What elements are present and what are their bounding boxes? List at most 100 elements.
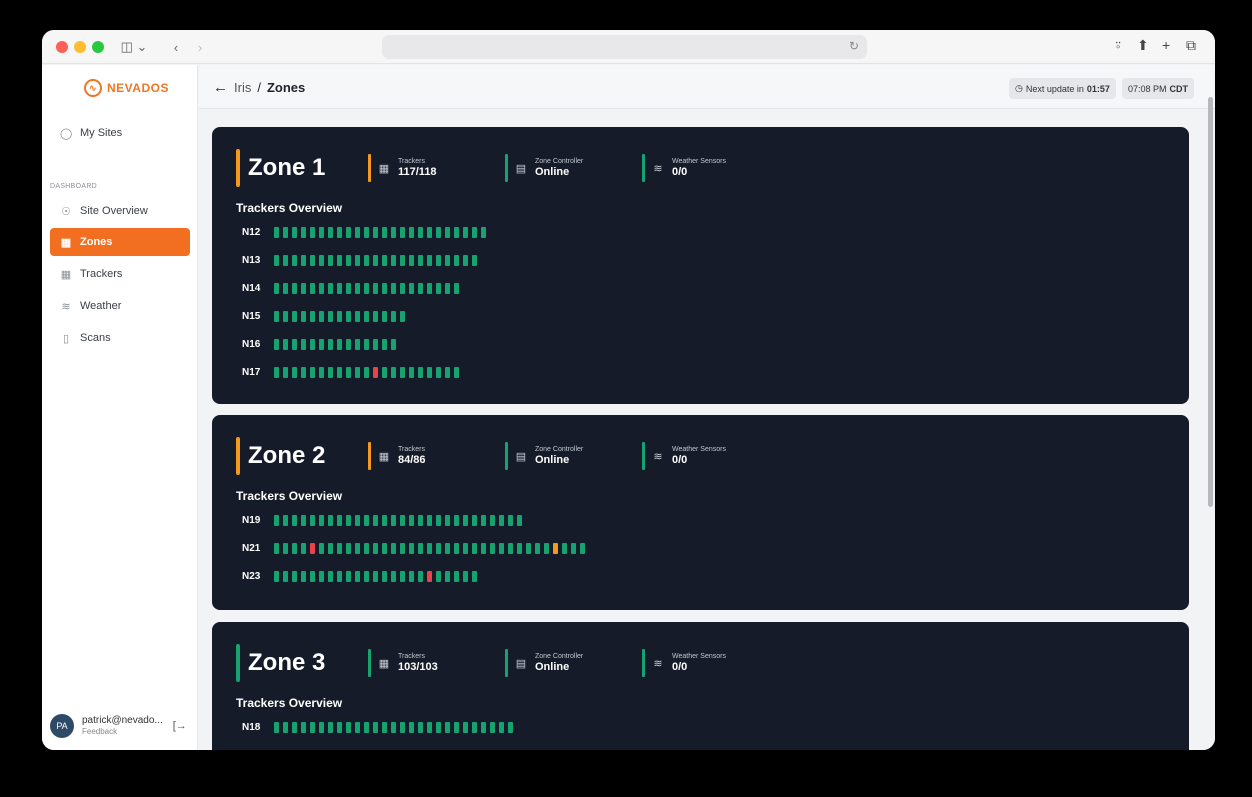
tracker-cell[interactable] <box>445 514 450 526</box>
tracker-cell[interactable] <box>418 570 423 582</box>
tracker-cell[interactable] <box>409 542 414 554</box>
tab-overview-icon[interactable]: ⧉ <box>1186 37 1196 54</box>
tracker-cell[interactable] <box>400 366 405 378</box>
tracker-cell[interactable] <box>418 226 423 238</box>
tracker-cell[interactable] <box>373 254 378 266</box>
address-bar[interactable]: ↻ <box>382 35 867 59</box>
tracker-cell[interactable] <box>328 254 333 266</box>
tracker-cell[interactable] <box>526 542 531 554</box>
tracker-cell[interactable] <box>274 542 279 554</box>
tracker-cell[interactable] <box>400 310 405 322</box>
back-arrow-icon[interactable]: ← <box>213 79 228 96</box>
tracker-cell[interactable] <box>328 749 333 750</box>
tracker-cell[interactable] <box>346 366 351 378</box>
tracker-cell[interactable] <box>454 366 459 378</box>
tracker-cell[interactable] <box>283 366 288 378</box>
tracker-cell[interactable] <box>445 282 450 294</box>
tracker-cell[interactable] <box>319 226 324 238</box>
tracker-cell[interactable] <box>319 254 324 266</box>
tracker-cell[interactable] <box>355 226 360 238</box>
tracker-cell[interactable] <box>445 366 450 378</box>
tracker-cell[interactable] <box>508 721 513 733</box>
tracker-cell[interactable] <box>292 338 297 350</box>
tracker-cell[interactable] <box>400 514 405 526</box>
tracker-cell[interactable] <box>481 514 486 526</box>
back-nav-icon[interactable]: ‹ <box>166 36 186 58</box>
tracker-cell[interactable] <box>283 721 288 733</box>
tracker-cell[interactable] <box>499 514 504 526</box>
tracker-cell[interactable] <box>283 226 288 238</box>
tracker-cell[interactable] <box>427 542 432 554</box>
tracker-cell[interactable] <box>283 254 288 266</box>
tracker-cell[interactable] <box>409 570 414 582</box>
tracker-cell[interactable] <box>418 254 423 266</box>
tracker-cell[interactable] <box>508 514 513 526</box>
tracker-cell[interactable] <box>283 282 288 294</box>
tracker-cell[interactable] <box>562 749 567 750</box>
tracker-cell[interactable] <box>454 254 459 266</box>
tracker-cell[interactable] <box>364 749 369 750</box>
tracker-cell[interactable] <box>355 338 360 350</box>
tracker-cell[interactable] <box>400 282 405 294</box>
tracker-cell[interactable] <box>391 721 396 733</box>
tracker-cell[interactable] <box>409 282 414 294</box>
forward-nav-icon[interactable]: › <box>190 36 210 58</box>
tracker-cell[interactable] <box>373 282 378 294</box>
tracker-cell[interactable] <box>400 570 405 582</box>
tracker-cell[interactable] <box>418 749 423 750</box>
tracker-cell[interactable] <box>436 254 441 266</box>
tracker-cell[interactable] <box>292 542 297 554</box>
tracker-cell[interactable] <box>589 749 594 750</box>
tracker-cell[interactable] <box>292 282 297 294</box>
maximize-window-button[interactable] <box>92 41 104 53</box>
tracker-cell[interactable] <box>382 749 387 750</box>
tracker-cell[interactable] <box>364 542 369 554</box>
tracker-cell[interactable] <box>463 721 468 733</box>
user-menu[interactable]: PA patrick@nevado... Feedback [→ <box>50 710 192 742</box>
tracker-cell[interactable] <box>472 721 477 733</box>
tracker-cell[interactable] <box>310 282 315 294</box>
tracker-cell[interactable] <box>373 721 378 733</box>
tracker-cell[interactable] <box>391 254 396 266</box>
tracker-cell[interactable] <box>544 749 549 750</box>
tracker-cell[interactable] <box>472 254 477 266</box>
tracker-cell[interactable] <box>364 514 369 526</box>
tracker-cell[interactable] <box>319 338 324 350</box>
tracker-cell[interactable] <box>400 749 405 750</box>
tracker-cell[interactable] <box>328 282 333 294</box>
logout-icon[interactable]: [→ <box>173 720 187 732</box>
tracker-cell[interactable] <box>310 542 315 554</box>
zone-card[interactable]: Zone 3 ▦ Trackers 103/103 ▤ Zone Controll… <box>212 622 1189 750</box>
tracker-cell[interactable] <box>301 514 306 526</box>
tracker-cell[interactable] <box>391 542 396 554</box>
tracker-cell[interactable] <box>436 749 441 750</box>
tracker-cell[interactable] <box>373 226 378 238</box>
tracker-cell[interactable] <box>418 542 423 554</box>
tracker-cell[interactable] <box>319 542 324 554</box>
tracker-cell[interactable] <box>391 226 396 238</box>
tracker-cell[interactable] <box>274 721 279 733</box>
tracker-cell[interactable] <box>373 366 378 378</box>
tracker-cell[interactable] <box>310 721 315 733</box>
share-icon[interactable]: ⬆ <box>1137 37 1149 54</box>
tracker-cell[interactable] <box>328 366 333 378</box>
tracker-cell[interactable] <box>283 749 288 750</box>
tracker-cell[interactable] <box>337 310 342 322</box>
tracker-cell[interactable] <box>301 366 306 378</box>
tracker-cell[interactable] <box>364 310 369 322</box>
tracker-cell[interactable] <box>427 570 432 582</box>
tracker-cell[interactable] <box>418 366 423 378</box>
tracker-cell[interactable] <box>463 542 468 554</box>
tracker-cell[interactable] <box>319 749 324 750</box>
tracker-cell[interactable] <box>490 542 495 554</box>
tracker-cell[interactable] <box>346 338 351 350</box>
tracker-cell[interactable] <box>454 282 459 294</box>
tracker-cell[interactable] <box>472 570 477 582</box>
tracker-cell[interactable] <box>391 749 396 750</box>
tracker-cell[interactable] <box>445 721 450 733</box>
tracker-cell[interactable] <box>373 542 378 554</box>
tracker-cell[interactable] <box>310 226 315 238</box>
tracker-cell[interactable] <box>535 542 540 554</box>
feedback-link[interactable]: Feedback <box>82 726 163 737</box>
tracker-cell[interactable] <box>328 514 333 526</box>
